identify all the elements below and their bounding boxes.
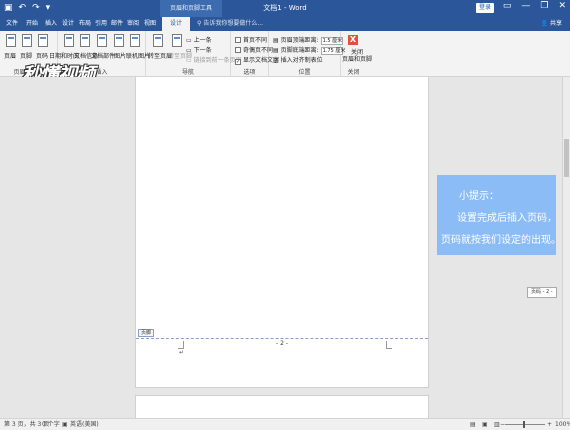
group-label: 导航 bbox=[181, 69, 194, 76]
ribbon-tabs: 文件 开始 插入 设计 布局 引用 邮件 审阅 视图 设计 ⚲ 告诉我你想要做什… bbox=[0, 17, 570, 31]
restore-icon[interactable]: ❐ bbox=[540, 1, 548, 11]
footer-tag: 页脚 bbox=[138, 329, 155, 337]
doc-info-icon bbox=[80, 34, 90, 47]
tab-view[interactable]: 视图 bbox=[144, 17, 156, 31]
previous-label: 上一条 bbox=[193, 37, 212, 44]
tip-title: 小提示： bbox=[459, 191, 499, 202]
tip-line-1: 设置完成后插入页码， bbox=[457, 213, 557, 224]
tab-references[interactable]: 引用 bbox=[95, 17, 107, 31]
close-icon[interactable]: ✕ bbox=[558, 1, 566, 11]
quick-parts-icon bbox=[97, 34, 107, 47]
tab-mailings[interactable]: 邮件 bbox=[111, 17, 123, 31]
group-label: 位置 bbox=[298, 69, 311, 76]
quick-parts-label: 文档部件 bbox=[91, 53, 116, 60]
pictures-button[interactable] bbox=[112, 34, 126, 50]
previous-button[interactable]: ▭ 上一条 bbox=[186, 35, 212, 44]
next-button[interactable]: ▭ 下一条 bbox=[186, 45, 212, 54]
different-first-page[interactable]: 首页不同 bbox=[235, 35, 267, 44]
title-bar: ▣ ↶ ↷ ▾ 页眉和页脚工具 文档1 - Word 登录 ▭ — ❐ ✕ bbox=[0, 0, 570, 17]
paragraph-mark: ↵ bbox=[179, 349, 185, 356]
page-number-button[interactable] bbox=[36, 34, 50, 50]
footer-from-bottom-label: 页脚底端距离: bbox=[280, 47, 319, 54]
share-label: 共享 bbox=[549, 20, 562, 27]
goto-footer-button[interactable] bbox=[170, 34, 184, 50]
checkbox-unchecked[interactable] bbox=[235, 37, 241, 43]
zoom-in-icon[interactable]: + bbox=[547, 419, 552, 430]
share-button[interactable]: 👤 共享 bbox=[541, 17, 562, 31]
goto-footer-icon bbox=[172, 34, 182, 47]
zoom-knob[interactable] bbox=[523, 421, 525, 428]
tab-home[interactable]: 开始 bbox=[26, 17, 38, 31]
tab-review[interactable]: 审阅 bbox=[127, 17, 139, 31]
goto-header-icon bbox=[153, 34, 163, 47]
web-layout-icon[interactable]: ▥ bbox=[494, 419, 500, 430]
group-options: 首页不同 奇偶页不同 ✓ 显示文档文字 选项 bbox=[231, 31, 279, 77]
tab-hf-design[interactable]: 设计 bbox=[162, 17, 191, 31]
different-first-page-label: 首页不同 bbox=[243, 37, 268, 44]
footer-label: 页脚 bbox=[20, 53, 33, 60]
footer-boundary bbox=[136, 338, 428, 339]
quick-parts-button[interactable] bbox=[95, 34, 109, 50]
header-label: 页眉 bbox=[4, 53, 17, 60]
vertical-scrollbar[interactable] bbox=[562, 77, 570, 418]
header-from-top-label: 页眉顶端距离: bbox=[280, 37, 319, 44]
language[interactable]: 英语(美国) bbox=[70, 419, 99, 430]
tab-insert[interactable]: 插入 bbox=[45, 17, 57, 31]
group-position: ▤ 页眉顶端距离: 1.5 厘米 ▤ 页脚底端距离: 1.75 厘米 ▥ 插入对齐制… bbox=[269, 31, 346, 77]
date-time-button[interactable] bbox=[62, 34, 76, 50]
window-controls: ▭ — ❐ ✕ bbox=[503, 1, 566, 11]
different-odd-even[interactable]: 奇偶页不同 bbox=[235, 45, 273, 54]
group-navigation: 转至页眉 转至页脚 ▭ 上一条 ▭ 下一条 ▭ 链接到前一条页眉 导航 bbox=[146, 31, 242, 77]
group-label: 选项 bbox=[243, 69, 256, 76]
page-number-field[interactable]: - 2 - bbox=[136, 340, 428, 347]
checkbox-unchecked[interactable] bbox=[235, 47, 241, 53]
scroll-thumb[interactable] bbox=[564, 139, 569, 177]
tip-line-2: 页码就按我们设定的出现。 bbox=[441, 235, 561, 246]
group-label: 关闭 bbox=[347, 69, 360, 76]
minimize-icon[interactable]: — bbox=[521, 1, 530, 11]
group-close: 关闭 bbox=[341, 31, 366, 77]
doc-info-button[interactable] bbox=[78, 34, 92, 50]
online-picture-icon bbox=[130, 34, 140, 47]
page-number-icon bbox=[38, 34, 48, 47]
zoom-level[interactable]: 100% bbox=[555, 419, 570, 430]
header-from-top: ▤ 页眉顶端距离: 1.5 厘米 bbox=[273, 37, 343, 45]
print-layout-icon[interactable]: ▣ bbox=[482, 419, 488, 430]
goto-header-button[interactable] bbox=[151, 34, 165, 50]
footer-from-bottom-input[interactable]: 1.75 厘米 bbox=[320, 47, 345, 55]
footer-from-bottom: ▤ 页脚底端距离: 1.75 厘米 bbox=[273, 47, 346, 55]
online-pictures-button[interactable] bbox=[128, 34, 142, 50]
calendar-icon bbox=[64, 34, 74, 47]
tab-design[interactable]: 设计 bbox=[62, 17, 74, 31]
ribbon: 页眉 页脚 页码 页眉和页脚 日期和时间 文档信息 文档部件 图片 联机图片 插… bbox=[0, 31, 570, 86]
header-icon bbox=[6, 34, 16, 47]
page-number-tooltip: 页码 - 2 - bbox=[527, 287, 557, 298]
word-count[interactable]: 0 个字 bbox=[42, 419, 60, 430]
tab-layout[interactable]: 布局 bbox=[79, 17, 91, 31]
header-from-top-input[interactable]: 1.5 厘米 bbox=[320, 37, 343, 45]
tip-box: 小提示： 设置完成后插入页码， 页码就按我们设定的出现。 bbox=[437, 175, 561, 255]
picture-icon bbox=[114, 34, 124, 47]
checkbox-checked[interactable]: ✓ bbox=[235, 59, 241, 65]
tell-me-search[interactable]: ⚲ 告诉我你想要做什么... bbox=[197, 17, 263, 31]
tab-file[interactable]: 文件 bbox=[6, 17, 18, 31]
status-bar: 第 3 页，共 3 页 0 个字 ▣ 英语(美国) ▤ ▣ ▥ − + 100% bbox=[0, 418, 570, 430]
insert-align-tab-label: 插入对齐制表位 bbox=[280, 57, 323, 64]
proofing-icon[interactable]: ▣ bbox=[62, 419, 68, 430]
read-mode-icon[interactable]: ▤ bbox=[470, 419, 476, 430]
footer-button[interactable] bbox=[20, 34, 34, 50]
login-button[interactable]: 登录 bbox=[475, 3, 494, 13]
next-label: 下一条 bbox=[193, 47, 212, 54]
footer-icon bbox=[22, 34, 32, 47]
pictures-label: 图片 bbox=[114, 53, 127, 60]
insert-align-tab-button[interactable]: ▥ 插入对齐制表位 bbox=[273, 55, 323, 64]
page-number-label: 页码 bbox=[36, 53, 49, 60]
zoom-slider[interactable] bbox=[505, 424, 545, 425]
document-page[interactable]: 页脚 - 2 - ↵ bbox=[135, 77, 429, 388]
header-button[interactable] bbox=[4, 34, 18, 50]
tell-me-text: 告诉我你想要做什么... bbox=[203, 20, 264, 27]
ribbon-display-icon[interactable]: ▭ bbox=[503, 1, 512, 11]
